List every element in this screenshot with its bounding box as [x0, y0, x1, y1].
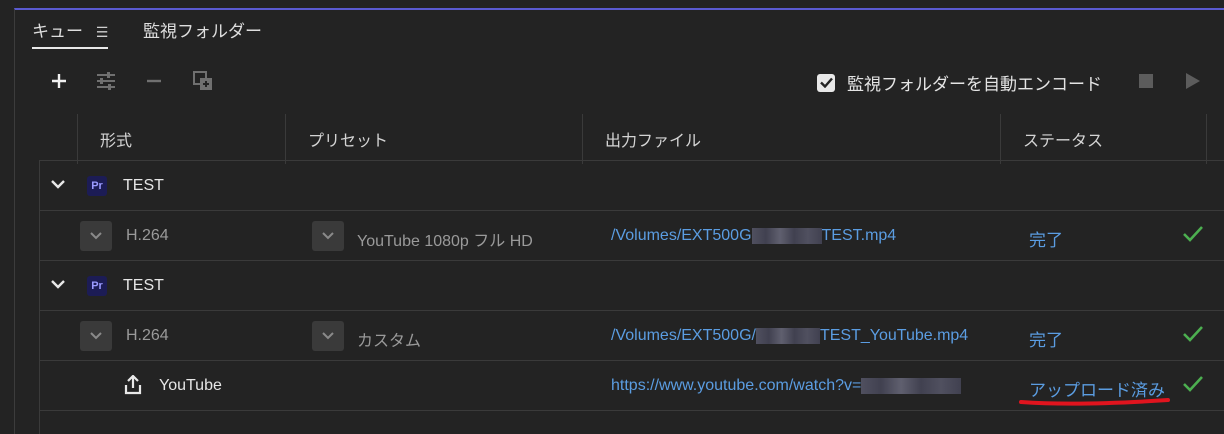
- duplicate-button[interactable]: [188, 66, 218, 96]
- column-preset-label: プリセット: [308, 133, 389, 150]
- column-format[interactable]: 形式: [77, 114, 285, 164]
- tab-watch-folders[interactable]: 監視フォルダー: [143, 17, 262, 42]
- output-path-suffix: TEST_YouTube.mp4: [819, 327, 969, 344]
- redacted-path: [755, 327, 820, 344]
- group-row[interactable]: Pr TEST: [40, 261, 1224, 311]
- checkmark-icon: [1183, 326, 1203, 342]
- premiere-pro-icon: Pr: [87, 176, 107, 196]
- chevron-down-icon: [322, 232, 334, 240]
- youtube-url-link[interactable]: https://www.youtube.com/watch?v=: [611, 377, 962, 395]
- group-title: TEST: [123, 177, 164, 194]
- output-file-link[interactable]: /Volumes/EXT500G TEST.mp4: [611, 227, 896, 245]
- group-title: TEST: [123, 277, 164, 294]
- redacted-path: [751, 227, 822, 244]
- output-file-link[interactable]: /Volumes/EXT500G/TEST_YouTube.mp4: [611, 327, 968, 345]
- youtube-url: https://www.youtube.com/watch?v=: [611, 377, 862, 394]
- tab-queue[interactable]: キュー ☰: [32, 17, 109, 49]
- chevron-down-icon[interactable]: [50, 276, 66, 292]
- start-queue-button[interactable]: [1178, 66, 1208, 96]
- auto-encode-checkbox[interactable]: [817, 73, 835, 92]
- red-annotation-underline: [1019, 398, 1170, 406]
- status-text: 完了: [1029, 231, 1063, 250]
- remove-button[interactable]: [139, 66, 169, 96]
- format-dropdown[interactable]: [80, 321, 112, 351]
- encoder-queue-panel: キュー ☰ 監視フォルダー 監視フォルダーを自動エンコード 形式 プリセット 出…: [14, 8, 1224, 434]
- checkmark-icon: [1183, 226, 1203, 242]
- queue-list: Pr TEST H.264 YouTube 1080p フル HD /Volum…: [39, 160, 1224, 434]
- chevron-down-icon[interactable]: [50, 176, 66, 192]
- output-path-prefix: /Volumes/EXT500G: [611, 227, 752, 244]
- chevron-down-icon: [322, 332, 334, 340]
- preset-value[interactable]: YouTube 1080p フル HD: [357, 227, 533, 251]
- column-status-label: ステータス: [1023, 133, 1104, 150]
- share-upload-icon: [124, 375, 142, 395]
- add-source-button[interactable]: [44, 66, 74, 96]
- column-output-label: 出力ファイル: [605, 133, 702, 150]
- redacted-video-id: [861, 377, 962, 394]
- checkmark-icon: [819, 77, 833, 88]
- format-value[interactable]: H.264: [126, 227, 169, 245]
- panel-tabs: キュー ☰ 監視フォルダー: [15, 10, 1224, 54]
- auto-encode-label: 監視フォルダーを自動エンコード: [847, 75, 1102, 94]
- preset-dropdown[interactable]: [312, 221, 344, 251]
- column-preset[interactable]: プリセット: [285, 114, 582, 164]
- status-text: 完了: [1029, 331, 1063, 350]
- format-value[interactable]: H.264: [126, 327, 169, 345]
- encode-item-row[interactable]: H.264 カスタム /Volumes/EXT500G/TEST_YouTube…: [40, 311, 1224, 361]
- preset-value[interactable]: カスタム: [357, 327, 421, 351]
- stop-icon: [1139, 74, 1153, 88]
- stop-button[interactable]: [1131, 66, 1161, 96]
- preset-settings-button[interactable]: [91, 66, 121, 96]
- checkmark-icon: [1183, 376, 1203, 392]
- hamburger-menu-icon[interactable]: ☰: [96, 24, 109, 40]
- minus-icon: [147, 79, 161, 83]
- play-icon: [1186, 73, 1200, 89]
- column-header: 形式 プリセット 出力ファイル ステータス: [77, 114, 1223, 164]
- premiere-pro-icon: Pr: [87, 276, 107, 296]
- publish-destination-name: YouTube: [159, 377, 222, 394]
- column-output-file[interactable]: 出力ファイル: [582, 114, 1000, 164]
- toolbar: 監視フォルダーを自動エンコード: [15, 66, 1224, 102]
- column-status[interactable]: ステータス: [1000, 114, 1207, 164]
- tab-queue-label: キュー: [32, 22, 83, 41]
- tab-watch-label: 監視フォルダー: [143, 22, 262, 41]
- output-path-suffix: TEST.mp4: [821, 227, 897, 244]
- sliders-icon: [97, 72, 115, 90]
- format-dropdown[interactable]: [80, 221, 112, 251]
- preset-dropdown[interactable]: [312, 321, 344, 351]
- chevron-down-icon: [90, 232, 102, 240]
- chevron-down-icon: [90, 332, 102, 340]
- group-row[interactable]: Pr TEST: [40, 161, 1224, 211]
- plus-icon: [52, 74, 66, 88]
- output-path-prefix: /Volumes/EXT500G/: [611, 327, 756, 344]
- encode-item-row[interactable]: H.264 YouTube 1080p フル HD /Volumes/EXT50…: [40, 211, 1224, 261]
- auto-encode-toggle[interactable]: 監視フォルダーを自動エンコード: [817, 70, 1102, 95]
- column-format-label: 形式: [100, 133, 133, 150]
- duplicate-icon: [193, 71, 212, 90]
